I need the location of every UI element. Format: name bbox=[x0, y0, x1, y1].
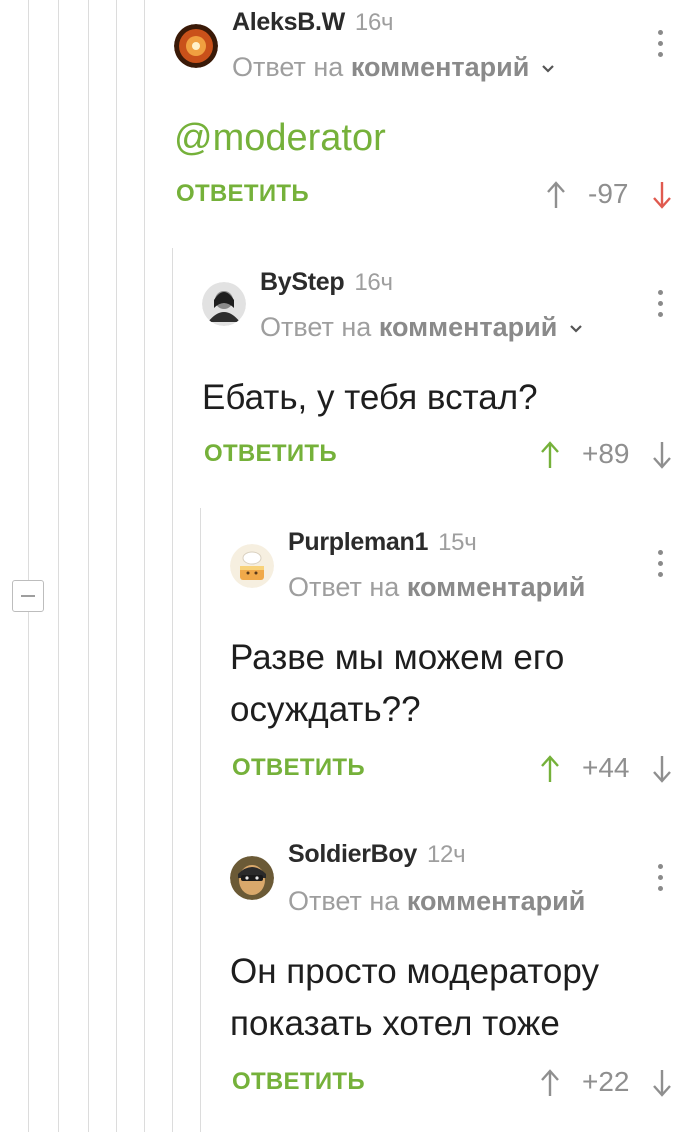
upvote-arrow-icon[interactable] bbox=[546, 180, 566, 210]
reply-target-link[interactable]: комментарий bbox=[351, 52, 530, 82]
reply-button[interactable]: ОТВЕТИТЬ bbox=[232, 1068, 365, 1096]
reply-target-link[interactable]: комментарий bbox=[379, 312, 558, 342]
vote-controls: +89 bbox=[540, 436, 680, 476]
more-options-icon[interactable] bbox=[656, 864, 664, 894]
upvote-arrow-icon[interactable] bbox=[540, 754, 560, 784]
reply-prefix: Ответ на bbox=[260, 312, 372, 342]
avatar[interactable] bbox=[202, 282, 246, 326]
comment-text: Он просто модератору показать хотел тоже bbox=[230, 946, 599, 1050]
vote-controls: +22 bbox=[540, 1064, 680, 1104]
comment-time: 12ч bbox=[426, 841, 466, 868]
more-options-icon[interactable] bbox=[656, 30, 664, 60]
reply-to[interactable]: Ответ на комментарий bbox=[288, 572, 585, 603]
vote-controls: +44 bbox=[540, 750, 680, 790]
comment-time: 15ч bbox=[438, 529, 477, 556]
comment-text-line: Разве мы можем его bbox=[230, 638, 565, 677]
reply-to[interactable]: Ответ на комментарий bbox=[288, 886, 585, 917]
comment-text: Ебать, у тебя встал? bbox=[202, 378, 538, 417]
reply-to[interactable]: Ответ на комментарий bbox=[232, 52, 555, 83]
downvote-arrow-icon[interactable] bbox=[652, 1068, 672, 1098]
reply-target-link[interactable]: комментарий bbox=[407, 886, 586, 916]
reply-button[interactable]: ОТВЕТИТЬ bbox=[204, 440, 337, 468]
avatar[interactable] bbox=[230, 544, 274, 588]
comment-author[interactable]: AleksB.W 16ч bbox=[232, 8, 394, 37]
reply-to[interactable]: Ответ на комментарий bbox=[260, 312, 583, 343]
comment-score: +44 bbox=[582, 752, 630, 783]
comment-score: -97 bbox=[588, 178, 629, 209]
comment-score: +89 bbox=[582, 438, 630, 469]
author-name[interactable]: Purpleman1 bbox=[288, 528, 428, 556]
reply-button[interactable]: ОТВЕТИТЬ bbox=[232, 754, 365, 782]
author-name[interactable]: SoldierBoy bbox=[288, 840, 417, 868]
comment: AleksB.W 16ч Ответ на комментарий @modera… bbox=[0, 0, 700, 240]
author-name[interactable]: ByStep bbox=[260, 268, 345, 296]
comment-text: Разве мы можем его осуждать?? bbox=[230, 632, 564, 736]
orange-orb-avatar-icon bbox=[174, 24, 218, 68]
comment-text-line: показать хотел тоже bbox=[230, 1004, 560, 1043]
comment-author[interactable]: SoldierBoy 12ч bbox=[288, 840, 466, 869]
comment-author[interactable]: Purpleman1 15ч bbox=[288, 528, 477, 557]
downvote-arrow-icon[interactable] bbox=[652, 754, 672, 784]
reply-prefix: Ответ на bbox=[288, 886, 400, 916]
chevron-down-icon[interactable] bbox=[569, 322, 583, 336]
more-options-icon[interactable] bbox=[656, 290, 664, 320]
reply-prefix: Ответ на bbox=[288, 572, 400, 602]
reply-prefix: Ответ на bbox=[232, 52, 344, 82]
comment: Purpleman1 15ч Ответ на комментарий Разве… bbox=[0, 510, 700, 810]
author-name[interactable]: AleksB.W bbox=[232, 8, 345, 36]
masked-face-avatar-icon bbox=[230, 856, 274, 900]
reply-button[interactable]: ОТВЕТИТЬ bbox=[176, 180, 309, 208]
person-avatar-icon bbox=[202, 282, 246, 326]
comment-text-line: осуждать?? bbox=[230, 690, 421, 729]
vote-controls: -97 bbox=[540, 176, 680, 216]
comment-author[interactable]: ByStep 16ч bbox=[260, 268, 393, 297]
comment-text-line: Он просто модератору bbox=[230, 952, 599, 991]
avatar[interactable] bbox=[174, 24, 218, 68]
avatar[interactable] bbox=[230, 856, 274, 900]
comment: ByStep 16ч Ответ на комментарий Ебать, у … bbox=[0, 250, 700, 500]
upvote-arrow-icon[interactable] bbox=[540, 1068, 560, 1098]
cake-avatar-icon bbox=[230, 544, 274, 588]
comment-time: 16ч bbox=[354, 269, 393, 296]
comment-text: @moderator bbox=[174, 117, 386, 159]
downvote-arrow-icon[interactable] bbox=[652, 440, 672, 470]
comment-score: +22 bbox=[582, 1066, 630, 1097]
comment-time: 16ч bbox=[354, 9, 394, 36]
more-options-icon[interactable] bbox=[656, 550, 664, 580]
chevron-down-icon[interactable] bbox=[541, 62, 555, 76]
reply-target-link[interactable]: комментарий bbox=[407, 572, 586, 602]
upvote-arrow-icon[interactable] bbox=[540, 440, 560, 470]
comment: SoldierBoy 12ч Ответ на комментарий Он пр… bbox=[0, 824, 700, 1124]
downvote-arrow-icon[interactable] bbox=[652, 180, 672, 210]
